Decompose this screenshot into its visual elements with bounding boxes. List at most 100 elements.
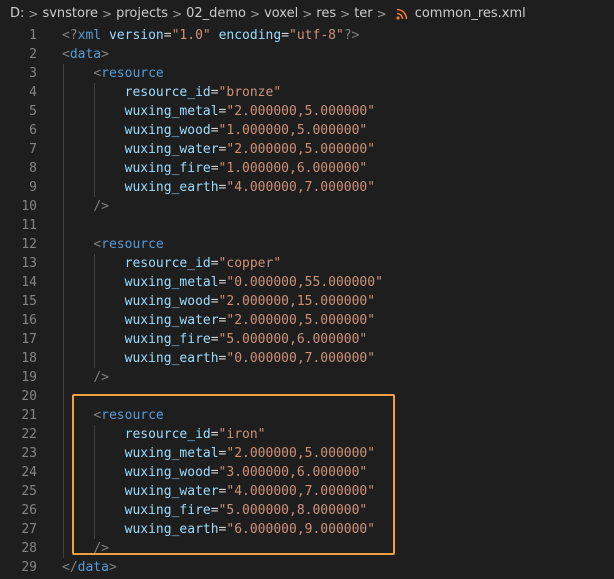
code-text: wuxing_wood="1.000000,5.000000" <box>62 121 368 140</box>
breadcrumb-drive[interactable]: D: <box>10 6 24 21</box>
chevron-right-icon: > <box>376 6 387 21</box>
code-text: </data> <box>62 558 117 577</box>
code-token: = <box>163 28 172 43</box>
line-number: 6 <box>29 123 37 138</box>
code-token: resource <box>101 237 164 252</box>
code-token: wuxing_metal <box>124 104 219 119</box>
code-token: wuxing_fire <box>124 332 211 347</box>
code-line[interactable]: 8 wuxing_fire="1.000000,6.000000" <box>0 159 614 178</box>
line-number: 29 <box>21 560 37 575</box>
code-line[interactable]: 9 wuxing_earth="4.000000,7.000000" <box>0 178 614 197</box>
line-number: 14 <box>21 275 37 290</box>
chevron-right-icon: > <box>340 6 351 21</box>
line-number: 7 <box>29 142 37 157</box>
rss-icon <box>396 8 408 20</box>
code-line[interactable]: 18 wuxing_earth="0.000000,7.000000" <box>0 349 614 368</box>
code-token: data <box>69 47 102 62</box>
code-token: "1.0" <box>171 28 211 43</box>
code-token: "0.000000,7.000000" <box>226 351 376 366</box>
code-token: "0.000000,55.000000" <box>226 275 383 290</box>
code-line[interactable]: 16 wuxing_water="2.000000,5.000000" <box>0 311 614 330</box>
code-text: wuxing_water="2.000000,5.000000" <box>62 311 375 330</box>
code-token: > <box>108 560 117 575</box>
line-number: 27 <box>21 522 37 537</box>
code-token: /> <box>93 370 109 385</box>
breadcrumb-svnstore[interactable]: svnstore <box>42 6 98 21</box>
line-number: 15 <box>21 294 37 309</box>
code-token: wuxing_earth <box>124 180 219 195</box>
code-line[interactable]: 15 wuxing_wood="2.000000,15.000000" <box>0 292 614 311</box>
line-number: 19 <box>21 370 37 385</box>
code-line[interactable]: 10 /> <box>0 197 614 216</box>
code-line[interactable]: 11 <box>0 216 614 235</box>
code-line[interactable]: 12 <resource <box>0 235 614 254</box>
code-text: wuxing_wood="2.000000,15.000000" <box>62 292 375 311</box>
code-text: wuxing_fire="5.000000,6.000000" <box>62 330 368 349</box>
code-line[interactable]: 2 <data> <box>0 45 614 64</box>
code-token: = <box>210 332 219 347</box>
code-text: wuxing_earth="0.000000,7.000000" <box>62 349 375 368</box>
line-number: 16 <box>21 313 37 328</box>
code-line[interactable]: 1 <?xml version="1.0" encoding="utf-8"?> <box>0 26 614 45</box>
line-number: 17 <box>21 332 37 347</box>
code-line[interactable]: 6 wuxing_wood="1.000000,5.000000" <box>0 121 614 140</box>
line-number: 2 <box>29 47 37 62</box>
code-token: = <box>210 85 219 100</box>
code-token: ?> <box>343 28 360 43</box>
code-token: encoding <box>218 28 282 43</box>
code-token: = <box>210 294 219 309</box>
code-text: <resource <box>62 235 164 254</box>
breadcrumb-02-demo[interactable]: 02_demo <box>186 6 246 21</box>
code-line[interactable]: 7 wuxing_water="2.000000,5.000000" <box>0 140 614 159</box>
breadcrumb-ter[interactable]: ter <box>354 6 372 21</box>
chevron-right-icon: > <box>250 6 261 21</box>
breadcrumb-projects[interactable]: projects <box>116 6 168 21</box>
code-text: wuxing_metal="2.000000,5.000000" <box>62 102 375 121</box>
code-token: wuxing_metal <box>124 275 219 290</box>
breadcrumb-voxel[interactable]: voxel <box>264 6 298 21</box>
code-token: "1.000000,6.000000" <box>218 161 368 176</box>
breadcrumb: D: > svnstore > projects > 02_demo > vox… <box>0 0 614 27</box>
code-text: <?xml version="1.0" encoding="utf-8"?> <box>62 26 359 45</box>
line-number: 25 <box>21 484 37 499</box>
line-number: 28 <box>21 541 37 556</box>
line-number: 5 <box>29 104 37 119</box>
code-token: = <box>210 256 219 271</box>
chevron-right-icon: > <box>28 6 39 21</box>
chevron-right-icon: > <box>102 6 113 21</box>
code-token: "copper" <box>218 256 282 271</box>
code-line[interactable]: 13 resource_id="copper" <box>0 254 614 273</box>
code-token: "2.000000,5.000000" <box>226 104 376 119</box>
code-line[interactable]: 4 resource_id="bronze" <box>0 83 614 102</box>
line-number: 13 <box>21 256 37 271</box>
code-token: "2.000000,5.000000" <box>226 142 376 157</box>
code-text: wuxing_earth="4.000000,7.000000" <box>62 178 375 197</box>
code-token: = <box>210 123 219 138</box>
code-line[interactable]: 14 wuxing_metal="0.000000,55.000000" <box>0 273 614 292</box>
code-text: wuxing_fire="1.000000,6.000000" <box>62 159 368 178</box>
line-number: 11 <box>21 218 37 233</box>
code-line[interactable]: 5 wuxing_metal="2.000000,5.000000" <box>0 102 614 121</box>
line-number: 20 <box>21 389 37 404</box>
chevron-right-icon: > <box>172 6 183 21</box>
breadcrumb-file[interactable]: common_res.xml <box>415 6 526 21</box>
code-token: < <box>93 66 102 81</box>
code-text: <resource <box>62 64 163 83</box>
code-token: resource_id <box>124 256 211 271</box>
code-token: < <box>93 237 102 252</box>
code-line[interactable]: 3 <resource <box>0 64 614 83</box>
line-number: 22 <box>21 427 37 442</box>
line-number: 26 <box>21 503 37 518</box>
code-token: = <box>281 28 290 43</box>
code-token: wuxing_water <box>124 313 219 328</box>
line-number: 1 <box>29 28 37 43</box>
code-line[interactable]: 19 /> <box>0 368 614 387</box>
code-line[interactable]: 29 </data> <box>0 558 614 577</box>
breadcrumb-res[interactable]: res <box>316 6 336 21</box>
code-token: "4.000000,7.000000" <box>226 180 376 195</box>
code-line[interactable]: 17 wuxing_fire="5.000000,6.000000" <box>0 330 614 349</box>
